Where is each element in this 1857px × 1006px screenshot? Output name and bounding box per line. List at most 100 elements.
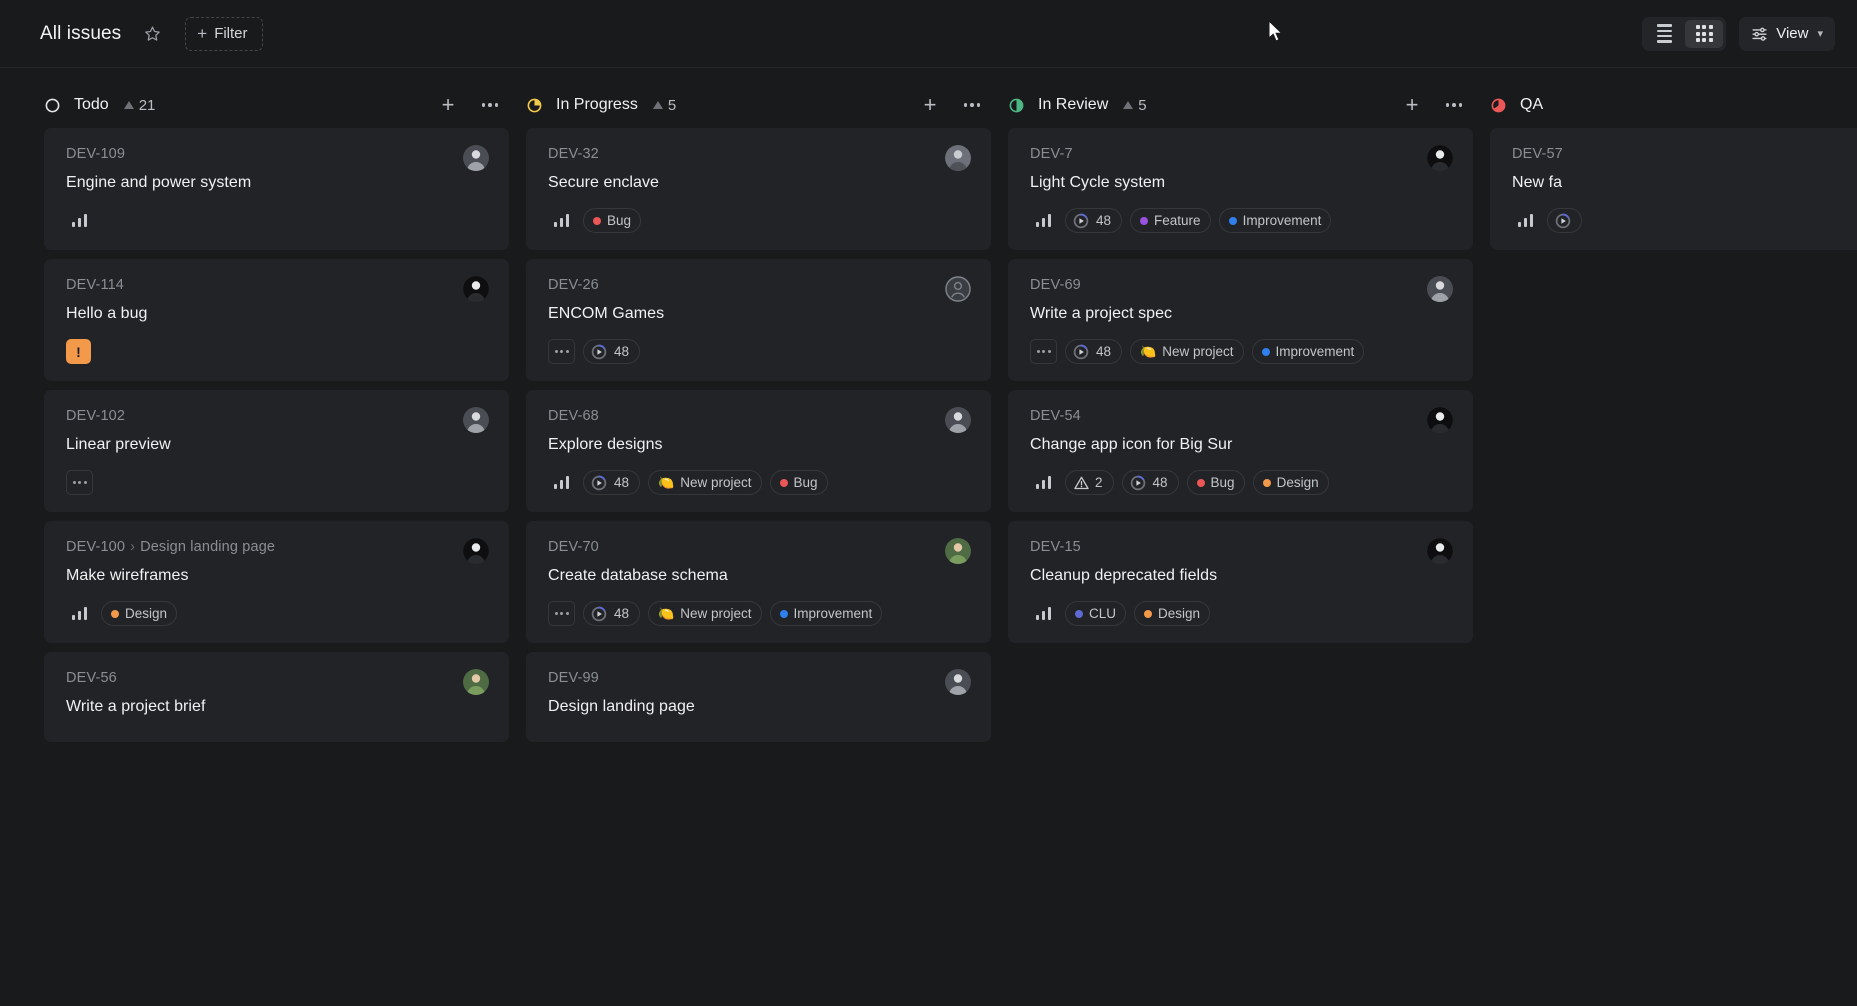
view-options-button[interactable]: View ▾	[1739, 17, 1835, 51]
issue-identifier: DEV-68	[548, 408, 971, 424]
no-priority-icon[interactable]	[548, 339, 575, 364]
column-menu-button[interactable]	[477, 92, 503, 118]
issue-identifier: DEV-102	[66, 408, 489, 424]
estimate-badge[interactable]: 48	[583, 339, 640, 364]
column-header-todo: Todo21+	[44, 68, 509, 128]
issue-title: ENCOM Games	[548, 304, 971, 324]
avatar[interactable]	[1427, 538, 1453, 564]
priority-icon[interactable]	[66, 601, 93, 626]
priority-icon[interactable]	[1030, 208, 1057, 233]
label-bug[interactable]: Bug	[770, 470, 828, 495]
avatar-person-dark	[1427, 145, 1453, 171]
avatar[interactable]	[945, 145, 971, 171]
circle-quarter-icon	[526, 97, 543, 114]
avatar[interactable]	[945, 407, 971, 433]
priority-icon[interactable]	[548, 208, 575, 233]
priority-icon[interactable]	[66, 208, 93, 233]
avatar[interactable]	[463, 669, 489, 695]
label-design[interactable]: Design	[1253, 470, 1329, 495]
grid-view-button[interactable]	[1685, 20, 1723, 48]
issue-title: New fa	[1512, 173, 1857, 193]
avatar[interactable]	[1427, 145, 1453, 171]
estimate-badge[interactable]: 48	[583, 470, 640, 495]
avatar[interactable]	[945, 276, 971, 302]
label-design[interactable]: Design	[1134, 601, 1210, 626]
board-column-todo: Todo21+DEV-109Engine and power systemDEV…	[44, 68, 509, 1006]
estimate-badge[interactable]: 48	[1065, 339, 1122, 364]
estimate-ring-icon	[591, 475, 607, 491]
priority-icon[interactable]	[1512, 208, 1539, 233]
issue-meta-row: 48	[548, 339, 971, 364]
label-improvement[interactable]: Improvement	[770, 601, 883, 626]
blocked-count-badge[interactable]: 2	[1065, 470, 1114, 495]
add-issue-button[interactable]: +	[1399, 92, 1425, 118]
issue-title: Cleanup deprecated fields	[1030, 566, 1453, 586]
urgent-priority-icon[interactable]: !	[66, 339, 91, 364]
issue-card[interactable]: DEV-102Linear preview	[44, 390, 509, 512]
avatar[interactable]	[463, 276, 489, 302]
issue-id: DEV-32	[548, 146, 599, 162]
issue-card[interactable]: DEV-109Engine and power system	[44, 128, 509, 250]
issue-card[interactable]: DEV-15 Cleanup deprecated fields CLU Design	[1008, 521, 1473, 643]
label-improvement[interactable]: Improvement	[1219, 208, 1332, 233]
column-menu-button[interactable]	[959, 92, 985, 118]
issue-card[interactable]: DEV-100›Design landing pageMake wirefram…	[44, 521, 509, 643]
plus-icon: +	[442, 94, 455, 116]
favorite-star-button[interactable]	[137, 19, 167, 49]
avatar[interactable]	[1427, 276, 1453, 302]
estimate-badge[interactable]: 48	[583, 601, 640, 626]
priority-icon[interactable]	[1030, 601, 1057, 626]
label-design[interactable]: Design	[101, 601, 177, 626]
issue-card[interactable]: DEV-56Write a project brief	[44, 652, 509, 742]
issue-card[interactable]: DEV-68Explore designs48🍋New projectBug	[526, 390, 991, 512]
avatar[interactable]	[463, 538, 489, 564]
label-bug[interactable]: Bug	[1187, 470, 1245, 495]
issue-card[interactable]: DEV-54Change app icon for Big Sur248BugD…	[1008, 390, 1473, 512]
no-priority-icon[interactable]	[66, 470, 93, 495]
issue-meta-row: !	[66, 339, 489, 364]
issue-card[interactable]: DEV-69Write a project spec48🍋New project…	[1008, 259, 1473, 381]
label-text: Design	[1277, 475, 1319, 490]
add-issue-button[interactable]: +	[917, 92, 943, 118]
list-view-button[interactable]	[1645, 20, 1683, 48]
priority-icon[interactable]	[548, 470, 575, 495]
issue-identifier: DEV-15	[1030, 539, 1453, 555]
estimate-badge[interactable]: 48	[1065, 208, 1122, 233]
estimate-badge[interactable]	[1547, 208, 1582, 233]
label-bug[interactable]: Bug	[583, 208, 641, 233]
no-priority-icon[interactable]	[548, 601, 575, 626]
priority-icon[interactable]	[1030, 470, 1057, 495]
avatar[interactable]	[945, 669, 971, 695]
column-count: 5	[653, 97, 676, 114]
issue-card[interactable]: DEV-26ENCOM Games48	[526, 259, 991, 381]
avatar[interactable]	[1427, 407, 1453, 433]
issue-card[interactable]: DEV-114Hello a bug!	[44, 259, 509, 381]
issue-id: DEV-56	[66, 670, 117, 686]
label-feature[interactable]: Feature	[1130, 208, 1211, 233]
avatar-person-dark	[1427, 407, 1453, 433]
avatar[interactable]	[463, 145, 489, 171]
label-clu[interactable]: CLU	[1065, 601, 1126, 626]
issue-card[interactable]: DEV-32Secure enclaveBug	[526, 128, 991, 250]
issue-card[interactable]: DEV-7Light Cycle system48FeatureImprovem…	[1008, 128, 1473, 250]
avatar[interactable]	[945, 538, 971, 564]
parent-project-name: Design landing page	[140, 539, 275, 555]
label-improvement[interactable]: Improvement	[1252, 339, 1365, 364]
label-new-project[interactable]: 🍋New project	[648, 470, 761, 495]
blocked-count: 2	[1095, 475, 1103, 490]
estimate-badge[interactable]: 48	[1122, 470, 1179, 495]
column-menu-button[interactable]	[1441, 92, 1467, 118]
no-priority-icon[interactable]	[1030, 339, 1057, 364]
filter-button[interactable]: + Filter	[185, 17, 262, 51]
issue-card[interactable]: DEV-99Design landing page	[526, 652, 991, 742]
urgent-glyph: !	[76, 345, 81, 359]
column-actions: +	[435, 92, 509, 118]
issue-card[interactable]: DEV-57New fa	[1490, 128, 1857, 250]
issue-card[interactable]: DEV-70Create database schema48🍋New proje…	[526, 521, 991, 643]
label-new-project[interactable]: 🍋New project	[1130, 339, 1243, 364]
add-issue-button[interactable]: +	[435, 92, 461, 118]
avatar[interactable]	[463, 407, 489, 433]
chevron-down-icon: ▾	[1817, 27, 1823, 40]
label-new-project[interactable]: 🍋New project	[648, 601, 761, 626]
grid-view-icon	[1696, 25, 1713, 42]
